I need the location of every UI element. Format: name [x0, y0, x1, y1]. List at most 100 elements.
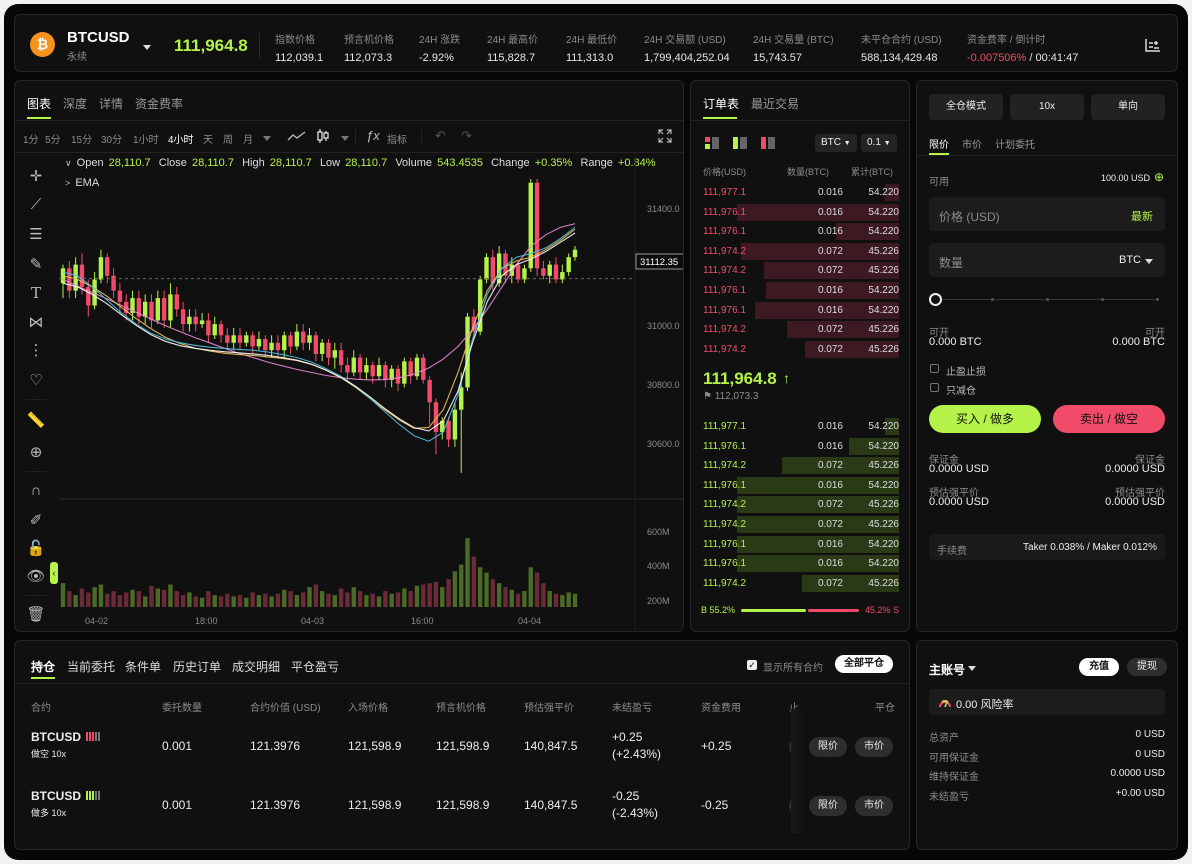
bid-row[interactable]: 111,976.1 0.016 54.220 — [691, 554, 909, 573]
candle-body — [351, 357, 356, 373]
buy-long-button[interactable]: 买入 / 做多 — [929, 405, 1041, 433]
price-input[interactable]: 价格 (USD) 最新 — [929, 197, 1165, 231]
candle-body — [307, 335, 312, 343]
show-all-checkbox[interactable]: ✓ — [747, 660, 757, 670]
amount-slider-handle[interactable] — [929, 293, 942, 306]
volume-bar — [294, 595, 300, 607]
step-select[interactable]: 0.1 ▼ — [861, 134, 897, 152]
fee-label: 手续费 — [937, 546, 967, 557]
close-market-button[interactable]: 市价 — [855, 737, 893, 757]
bid-row[interactable]: 111,976.1 0.016 54.220 — [691, 476, 909, 495]
ask-row[interactable]: 111,974.2 0.072 45.226 — [691, 242, 909, 261]
deposit-button[interactable]: 充值 — [1079, 658, 1119, 676]
volume-bar — [522, 591, 527, 607]
bid-row[interactable]: 111,974.2 0.072 45.226 — [691, 515, 909, 534]
bid-row[interactable]: 111,974.2 0.072 45.226 — [691, 574, 909, 593]
show-all-label: 显示所有合约 — [763, 663, 823, 674]
bid-row[interactable]: 111,976.1 0.016 54.220 — [691, 535, 909, 554]
tab-orderbook[interactable]: 订单表 — [703, 95, 739, 112]
ask-row[interactable]: 111,976.1 0.016 54.220 — [691, 203, 909, 222]
order-qty: 0.016 — [817, 304, 843, 316]
symbol-name[interactable]: BTCUSD — [67, 29, 130, 46]
tp-sl-checkbox[interactable] — [930, 364, 939, 373]
ask-row[interactable]: 111,976.1 0.016 54.220 — [691, 222, 909, 241]
margin-mode-button[interactable]: 全仓模式 — [929, 94, 1003, 120]
divider — [259, 33, 260, 59]
order-price: 111,976.1 — [703, 285, 747, 296]
layout-settings-icon[interactable] — [1144, 37, 1162, 53]
close-limit-button[interactable]: 限价 — [809, 737, 847, 757]
tab-trade-history[interactable]: 成交明细 — [232, 658, 280, 675]
position-symbol[interactable]: BTCUSD — [31, 789, 81, 803]
volume-bar — [105, 593, 110, 607]
bid-row[interactable]: 111,977.1 0.016 54.220 — [691, 417, 909, 436]
reduce-only-checkbox[interactable] — [930, 383, 939, 392]
position-entry: 121,598.9 — [348, 739, 402, 753]
tab-market[interactable]: 市价 — [962, 136, 982, 151]
tab-order-history[interactable]: 历史订单 — [173, 658, 221, 675]
tab-positions[interactable]: 持仓 — [31, 658, 55, 675]
candle-body — [566, 257, 571, 273]
quantity-unit-select[interactable]: BTC — [1119, 254, 1141, 266]
position-symbol[interactable]: BTCUSD — [31, 730, 81, 744]
ask-row[interactable]: 111,976.1 0.016 54.220 — [691, 281, 909, 300]
tab-trigger[interactable]: 计划委托 — [995, 136, 1035, 151]
ask-row[interactable]: 111,974.2 0.072 45.226 — [691, 320, 909, 339]
close-market-button[interactable]: 市价 — [855, 796, 893, 816]
account-chevron-down-icon[interactable] — [968, 666, 976, 671]
withdraw-button[interactable]: 提现 — [1127, 658, 1167, 676]
book-bids-only-icon[interactable] — [733, 137, 747, 149]
candle-body — [231, 335, 236, 343]
book-both-sides-icon[interactable] — [705, 137, 719, 149]
order-total: 54.220 — [868, 206, 899, 218]
candle-body — [326, 342, 331, 358]
bid-row[interactable]: 111,974.2 0.072 45.226 — [691, 456, 909, 475]
position-liq: 140,847.5 — [524, 739, 578, 753]
order-qty: 0.072 — [817, 245, 843, 257]
book-asks-only-icon[interactable] — [761, 137, 775, 149]
order-price: 111,974.2 — [703, 577, 747, 589]
position-row[interactable]: BTCUSD 做多 10x 0.001 121.3976 121,598.9 121,59… — [15, 786, 909, 836]
sell-short-button[interactable]: 卖出 / 做空 — [1053, 405, 1165, 433]
add-funds-icon[interactable]: ⊕ — [1154, 170, 1164, 184]
order-qty: 0.016 — [817, 558, 843, 570]
unit-select[interactable]: BTC ▼ — [815, 134, 857, 152]
tab-recent-trades[interactable]: 最近交易 — [751, 95, 799, 112]
position-value: 121.3976 — [250, 739, 301, 753]
volume-bar — [288, 591, 293, 607]
tab-open-orders[interactable]: 当前委托 — [67, 658, 115, 675]
candle-body — [174, 294, 179, 310]
position-row[interactable]: BTCUSD 做空 10x 0.001 121.3976 121,598.9 121,59… — [15, 727, 909, 777]
latest-price-button[interactable]: 最新 — [1131, 208, 1153, 224]
tab-closed-pnl[interactable]: 平仓盈亏 — [291, 658, 339, 675]
volume-bar — [395, 592, 401, 607]
volume-bar — [459, 564, 464, 607]
ask-row[interactable]: 111,977.1 0.016 54.220 — [691, 183, 909, 202]
close-all-button[interactable]: 全部平仓 — [835, 655, 893, 673]
divider — [691, 120, 909, 121]
candle-body — [237, 335, 243, 343]
symbol-dropdown-chevron-icon[interactable] — [143, 45, 151, 50]
ask-row[interactable]: 111,976.1 0.016 54.220 — [691, 301, 909, 320]
quantity-input[interactable]: 数量 BTC — [929, 243, 1165, 277]
leverage-button[interactable]: 10x — [1010, 94, 1084, 120]
price-tick: 31000.0 — [647, 321, 680, 331]
ask-row[interactable]: 111,974.2 0.072 45.226 — [691, 261, 909, 280]
close-limit-button[interactable]: 限价 — [809, 796, 847, 816]
bid-row[interactable]: 111,974.2 0.072 45.226 — [691, 495, 909, 514]
price-chart[interactable]: 31400.0 31000.0 30800.0 30600.0 31112.35… — [15, 81, 684, 632]
unit-chevron-down-icon[interactable] — [1145, 259, 1153, 264]
tab-conditional-orders[interactable]: 条件单 — [125, 658, 161, 675]
candle-body — [218, 324, 224, 336]
candle-body — [421, 357, 426, 380]
bid-row[interactable]: 111,976.1 0.016 54.220 — [691, 437, 909, 456]
tab-limit[interactable]: 限价 — [929, 136, 949, 151]
position-mode-button[interactable]: 单向 — [1091, 94, 1165, 120]
order-total: 54.220 — [868, 304, 899, 316]
candle-body — [212, 324, 217, 336]
ask-row[interactable]: 111,974.2 0.072 45.226 — [691, 340, 909, 359]
stat-24h-change: 24H 涨跌 -2.92% — [419, 35, 461, 64]
candle-body — [105, 257, 110, 276]
volume-bar — [433, 581, 439, 607]
account-name[interactable]: 主账号 — [929, 661, 965, 678]
